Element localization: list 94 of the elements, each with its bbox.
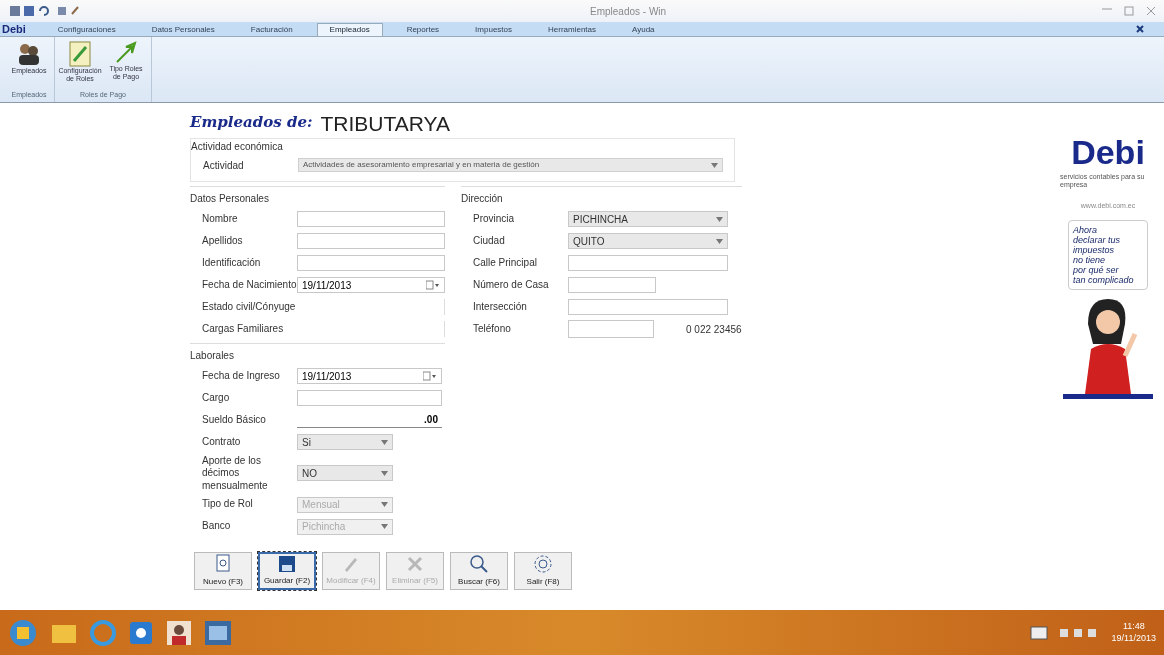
start-icon[interactable] (8, 617, 38, 648)
text-field[interactable] (568, 320, 654, 338)
field-label: Banco (202, 520, 232, 533)
handwritten-line: declarar tus (1073, 234, 1122, 245)
group-title: Actividad económica (191, 139, 284, 154)
toolbar-button[interactable]: Salir (F8) (514, 552, 572, 590)
field-label: Estado civil/Cónyuge (202, 300, 297, 314)
floppy-icon (278, 555, 296, 573)
pencil-icon (342, 555, 360, 573)
field-label: Contrato (202, 435, 242, 449)
field-label: Intersección (473, 300, 528, 314)
maximize-icon (1124, 6, 1134, 16)
people-icon (16, 41, 42, 67)
caret-icon (711, 162, 718, 168)
toolbar-button[interactable]: Guardar (F2) (258, 552, 316, 590)
handwritten-line: impuestos (1073, 244, 1116, 255)
caret-icon (716, 238, 723, 244)
person-icon[interactable] (166, 619, 192, 646)
field-label: Teléfono (473, 322, 512, 336)
group-title: Dirección (461, 191, 504, 206)
phone-number: 0 022 23456 (686, 322, 742, 337)
handwritten-line: no tiene (1073, 254, 1106, 265)
text-field[interactable] (297, 390, 442, 406)
field-label: Cargas Familiares (202, 322, 285, 336)
dropdown[interactable]: Actividades de asesoramiento empresarial y en materia de gestión (298, 158, 723, 172)
caret-icon (381, 502, 388, 507)
field-label: Calle Principal (473, 256, 538, 270)
handwritten-line: tan complicado (1073, 274, 1135, 285)
field-label: Identificación (202, 256, 262, 270)
text-field[interactable] (297, 233, 445, 249)
app-logo: Debi (2, 21, 26, 37)
document-icon (69, 41, 91, 67)
document-icon (214, 554, 232, 574)
calendar-icon (426, 280, 440, 290)
text-field[interactable] (297, 255, 445, 271)
field-label: Fecha de Ingreso (202, 369, 281, 383)
app-icon[interactable] (128, 619, 154, 646)
field-label: Sueldo Básico (202, 413, 267, 427)
text-field[interactable] (568, 255, 728, 271)
clock-date: 19/11/2013 (1111, 632, 1156, 644)
ribbon-tab[interactable]: Impuestos (463, 23, 524, 36)
window-title: Empleados - Win (590, 4, 667, 19)
ad-logo: Debi (1071, 135, 1145, 169)
text-field[interactable] (568, 277, 656, 293)
caret-icon (381, 470, 388, 476)
arrow-icon (114, 41, 138, 65)
ribbon-tab[interactable]: Empleados (316, 23, 383, 36)
field-label: Apellidos (202, 234, 244, 248)
keyboard-icon[interactable] (1029, 625, 1048, 640)
close-icon[interactable] (1136, 25, 1144, 33)
ribbon-tab[interactable]: Facturación (238, 23, 305, 36)
form-heading: Empleados de: (190, 112, 313, 133)
dropdown[interactable]: NO (297, 465, 393, 482)
minimize-icon (1102, 8, 1112, 10)
caret-icon (381, 439, 388, 445)
window-icon[interactable] (204, 619, 232, 646)
cross-icon (406, 555, 424, 573)
caret-icon (381, 524, 388, 529)
power-icon (533, 554, 553, 574)
toolbar-button[interactable]: Buscar (F6) (450, 552, 508, 590)
group-title: Laborales (190, 348, 235, 363)
field-label: Número de Casa (473, 278, 550, 292)
dropdown[interactable]: QUITO (568, 233, 728, 249)
field-label: Actividad (203, 158, 245, 173)
dropdown[interactable]: Si (297, 434, 393, 450)
calendar-icon (423, 371, 437, 381)
browser-icon[interactable] (90, 619, 116, 646)
field-label: Ciudad (473, 234, 506, 248)
field-label: Aporte de los décimos mensualmente (202, 454, 269, 492)
ribbon-tab[interactable]: Datos Personales (139, 23, 227, 36)
handwritten-line: Ahora (1073, 224, 1099, 235)
field-label: Nombre (202, 212, 239, 226)
text-field[interactable] (568, 299, 728, 315)
field-label: Provincia (473, 212, 516, 226)
toolbar-button[interactable]: Nuevo (F3) (194, 552, 252, 590)
ribbon-tab[interactable]: Herramientas (536, 23, 609, 36)
company-name: TRIBUTARYA (320, 112, 450, 134)
field-label: Cargo (202, 391, 231, 405)
text-field[interactable] (297, 211, 445, 227)
group-title: Datos Personales (190, 191, 270, 206)
handwritten-line: por qué ser (1073, 264, 1119, 275)
clock-time: 11:48 (1122, 621, 1145, 633)
search-icon (469, 554, 489, 574)
number-field[interactable]: .00 (297, 412, 442, 428)
ribbon-tab[interactable]: Configuraciones (45, 23, 128, 36)
field-label: Fecha de Nacimiento (202, 278, 297, 292)
field-label: Tipo de Rol (202, 498, 254, 511)
dropdown[interactable]: PICHINCHA (568, 211, 728, 227)
ribbon-tab[interactable]: Ayuda (620, 23, 667, 36)
ribbon-tab[interactable]: Reportes (394, 23, 452, 36)
date-field[interactable]: 19/11/2013 (297, 277, 445, 293)
close-icon (1146, 6, 1156, 16)
date-field[interactable]: 19/11/2013 (297, 368, 442, 384)
caret-icon (716, 216, 723, 222)
